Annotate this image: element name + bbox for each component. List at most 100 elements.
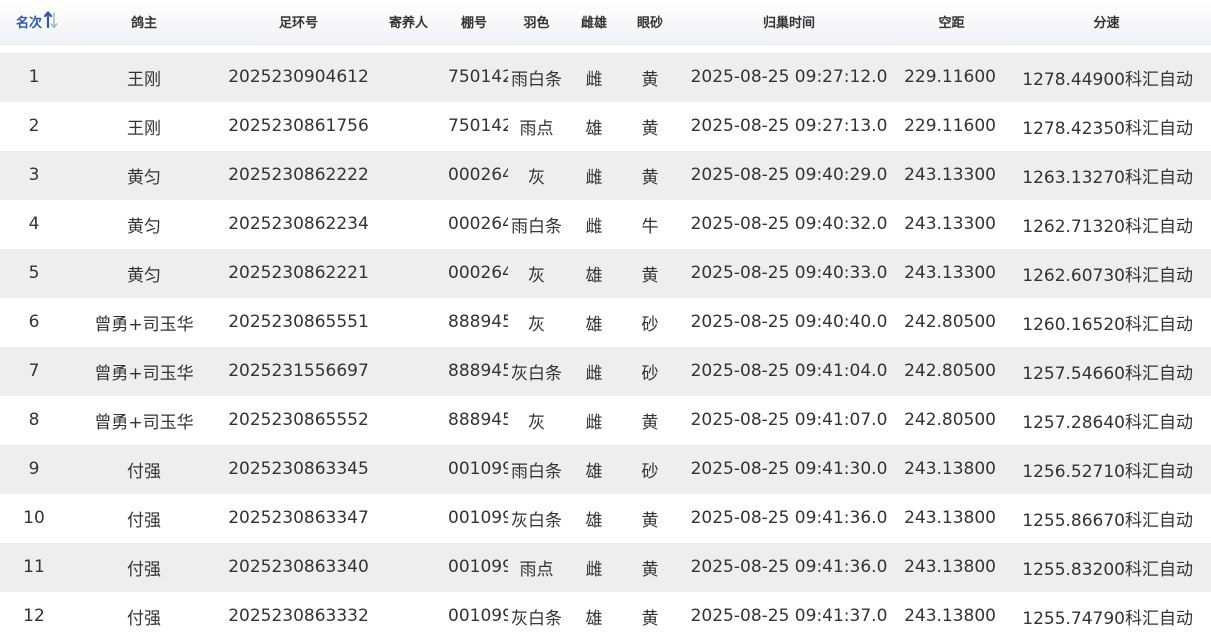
shed-cell: 001099: [448, 508, 508, 528]
shed-cell: 000264: [448, 214, 508, 234]
speed-cell: 1255.74790科汇自动: [1022, 608, 1193, 629]
table-row[interactable]: 4 黄匀 2025230862234 000264 雨白条 雌 牛 2025-08-25 09…: [0, 199, 1211, 249]
column-header-color[interactable]: 羽色: [508, 0, 565, 45]
color-cell: 灰: [528, 412, 545, 433]
table-row[interactable]: 10 付强 2025230863347 001099 灰白条 雄 黄 2025-08-25 0…: [0, 493, 1211, 543]
sex-cell: 雄: [585, 510, 603, 531]
keeper-cell: [377, 445, 440, 494]
rank-cell: 3: [28, 165, 40, 185]
shed-cell: 000264: [448, 165, 508, 185]
sex-cell: 雄: [585, 314, 603, 335]
column-header-arrival[interactable]: 归巢时间: [677, 0, 901, 45]
arrival-cell: 2025-08-25 09:40:29.0: [690, 165, 888, 185]
color-cell: 雨白条: [511, 461, 562, 482]
arrival-cell: 2025-08-25 09:40:40.0: [690, 312, 888, 332]
distance-cell: 243.13300: [904, 214, 996, 234]
eye-cell: 牛: [641, 216, 659, 237]
column-header-speed[interactable]: 分速: [1002, 0, 1211, 45]
owner-cell: 付强: [127, 559, 161, 580]
table-row[interactable]: 8 曾勇+司玉华 2025230865552 888945 灰 雌 黄 2025-08-25 …: [0, 395, 1211, 445]
sex-cell: 雄: [585, 608, 603, 629]
speed-cell: 1262.60730科汇自动: [1022, 265, 1193, 286]
color-cell: 灰白条: [511, 608, 562, 629]
distance-cell: 243.13800: [904, 606, 996, 626]
column-header-sex[interactable]: 雌雄: [565, 0, 623, 45]
ring-cell: 2025230863345: [228, 459, 369, 479]
arrival-cell: 2025-08-25 09:40:32.0: [690, 214, 888, 234]
column-header-owner[interactable]: 鸽主: [68, 0, 220, 45]
table-row[interactable]: 7 曾勇+司玉华 2025231556697 888945 灰白条 雌 砂 2025-08-2…: [0, 346, 1211, 396]
owner-cell: 付强: [127, 608, 161, 629]
shed-cell: 000264: [448, 263, 508, 283]
rank-cell: 9: [28, 459, 40, 479]
owner-cell: 付强: [127, 510, 161, 531]
arrival-cell: 2025-08-25 09:41:30.0: [690, 459, 888, 479]
rank-cell: 8: [28, 410, 40, 430]
arrival-cell: 2025-08-25 09:41:37.0: [690, 606, 888, 626]
keeper-cell: [377, 298, 440, 347]
owner-cell: 黄匀: [127, 167, 161, 188]
shed-cell: 001099: [448, 557, 508, 577]
speed-cell: 1255.83200科汇自动: [1022, 559, 1193, 580]
arrival-cell: 2025-08-25 09:41:04.0: [690, 361, 888, 381]
ring-cell: 2025230863347: [228, 508, 369, 528]
ring-cell: 2025230862234: [228, 214, 369, 234]
distance-cell: 229.11600: [904, 116, 996, 136]
table-row[interactable]: 2 王刚 2025230861756 750142 雨点 雄 黄 2025-08-25 09:…: [0, 101, 1211, 151]
column-header-eye[interactable]: 眼砂: [623, 0, 677, 45]
table-row[interactable]: 6 曾勇+司玉华 2025230865551 888945 灰 雄 砂 2025-08-25 …: [0, 297, 1211, 347]
owner-cell: 黄匀: [127, 216, 161, 237]
color-cell: 灰白条: [511, 363, 562, 384]
distance-cell: 242.80500: [904, 312, 996, 332]
column-header-keeper[interactable]: 寄养人: [377, 0, 440, 45]
color-cell: 雨点: [519, 559, 554, 580]
eye-cell: 黄: [641, 167, 659, 188]
table-row[interactable]: 12 付强 2025230863332 001099 灰白条 雄 黄 2025-08-25 0…: [0, 591, 1211, 641]
column-header-rank[interactable]: 名次: [0, 0, 68, 45]
table-row[interactable]: 11 付强 2025230863340 001099 雨点 雌 黄 2025-08-25 09…: [0, 542, 1211, 592]
table-row[interactable]: 1 王刚 2025230904612 750142 雨白条 雌 黄 2025-08-25 09…: [0, 52, 1211, 102]
speed-cell: 1278.44900科汇自动: [1022, 69, 1193, 90]
distance-cell: 243.13800: [904, 557, 996, 577]
header-spacer-cell: [0, 44, 1211, 53]
ring-cell: 2025230862222: [228, 165, 369, 185]
eye-cell: 黄: [641, 608, 659, 629]
keeper-cell: [377, 396, 440, 445]
table-row[interactable]: 3 黄匀 2025230862222 000264 灰 雌 黄 2025-08-25 09:4…: [0, 150, 1211, 200]
sort-up-icon[interactable]: [43, 11, 58, 33]
arrival-cell: 2025-08-25 09:41:36.0: [690, 557, 888, 577]
shed-cell: 888945: [448, 312, 508, 332]
sex-cell: 雄: [585, 461, 603, 482]
owner-cell: 付强: [127, 461, 161, 482]
owner-cell: 曾勇+司玉华: [94, 363, 194, 384]
keeper-cell: [377, 151, 440, 200]
table-body: 1 王刚 2025230904612 750142 雨白条雌黄 2025-08-25 09…: [0, 44, 1211, 641]
color-cell: 灰: [528, 314, 545, 335]
arrival-cell: 2025-08-25 09:27:13.0: [690, 116, 888, 136]
owner-cell: 黄匀: [127, 265, 161, 286]
shed-cell: 888945: [448, 361, 508, 381]
distance-cell: 243.13800: [904, 508, 996, 528]
sex-cell: 雌: [585, 363, 603, 384]
column-header-ring[interactable]: 足环号: [220, 0, 377, 45]
header-row: 名次 鸽主 足环号 寄养人 棚号 羽色 雌雄 眼砂 归巢时间 空距 分速: [0, 0, 1211, 45]
keeper-cell: [377, 53, 440, 102]
sex-cell: 雄: [585, 118, 603, 139]
speed-cell: 1262.71320科汇自动: [1022, 216, 1193, 237]
results-table: 名次 鸽主 足环号 寄养人 棚号 羽色 雌雄 眼砂 归巢时间 空距 分速 1 王刚…: [0, 0, 1211, 641]
shed-cell: 750142: [448, 67, 508, 87]
rank-cell: 4: [28, 214, 40, 234]
ring-cell: 2025230863332: [228, 606, 369, 626]
ring-cell: 2025230865551: [228, 312, 369, 332]
distance-cell: 243.13300: [904, 263, 996, 283]
column-header-distance[interactable]: 空距: [901, 0, 1002, 45]
distance-cell: 229.11600: [904, 67, 996, 87]
color-cell: 雨点: [519, 118, 554, 139]
eye-cell: 黄: [641, 559, 659, 580]
column-header-shed[interactable]: 棚号: [440, 0, 508, 45]
table-row[interactable]: 9 付强 2025230863345 001099 雨白条 雄 砂 2025-08-25 09…: [0, 444, 1211, 494]
distance-cell: 242.80500: [904, 361, 996, 381]
column-header-rank-label: 名次: [16, 15, 43, 31]
eye-cell: 黄: [641, 69, 659, 90]
table-row[interactable]: 5 黄匀 2025230862221 000264 灰 雄 黄 2025-08-25 09:4…: [0, 248, 1211, 298]
